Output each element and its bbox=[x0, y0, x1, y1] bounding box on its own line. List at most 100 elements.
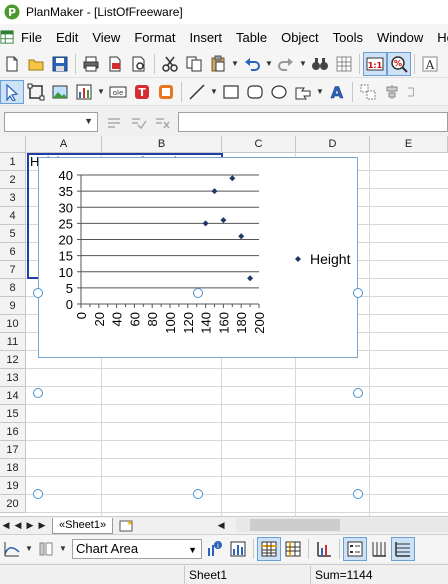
line-icon[interactable] bbox=[185, 80, 209, 104]
chevron-down-icon[interactable]: ▼ bbox=[188, 541, 197, 559]
print-icon[interactable] bbox=[79, 52, 103, 76]
paste-icon[interactable] bbox=[206, 52, 230, 76]
text-frame-icon[interactable]: A bbox=[418, 52, 442, 76]
resize-handle-bottom-left[interactable] bbox=[33, 489, 43, 499]
accept-entry-icon[interactable] bbox=[126, 112, 150, 132]
select-all-corner[interactable] bbox=[0, 136, 26, 153]
row-header[interactable]: 16 bbox=[0, 423, 26, 441]
row-header[interactable]: 19 bbox=[0, 477, 26, 495]
axis-icon[interactable] bbox=[312, 537, 336, 561]
copy-icon[interactable] bbox=[182, 52, 206, 76]
row-header[interactable]: 4 bbox=[0, 207, 26, 225]
line-dropdown[interactable]: ▼ bbox=[209, 80, 219, 104]
chart-object[interactable]: 0 5 10 15 20 25 30 35 40 0 20 40 60 80 100 120 140 160 180… bbox=[38, 157, 358, 358]
resize-handle-top-left[interactable] bbox=[33, 288, 43, 298]
element-properties-icon[interactable]: i bbox=[202, 537, 226, 561]
formula-input[interactable] bbox=[178, 112, 448, 132]
series-in-rows-icon[interactable] bbox=[257, 536, 281, 561]
undo-icon[interactable] bbox=[240, 52, 264, 76]
grid-icon[interactable] bbox=[332, 52, 356, 76]
menu-window[interactable]: Window bbox=[370, 30, 430, 45]
column-header-e[interactable]: E bbox=[370, 136, 448, 153]
menu-help[interactable]: Help bbox=[430, 30, 448, 45]
open-icon[interactable] bbox=[24, 52, 48, 76]
group-icon[interactable] bbox=[356, 80, 380, 104]
menu-format[interactable]: Format bbox=[127, 30, 182, 45]
menu-tools[interactable]: Tools bbox=[326, 30, 370, 45]
redo-icon[interactable] bbox=[274, 52, 298, 76]
row-header[interactable]: 8 bbox=[0, 279, 26, 297]
column-header-c[interactable]: C bbox=[222, 136, 296, 153]
textart-a-icon[interactable]: A bbox=[325, 80, 349, 104]
row-header[interactable]: 2 bbox=[0, 171, 26, 189]
rectangle-icon[interactable] bbox=[219, 80, 243, 104]
menu-table[interactable]: Table bbox=[229, 30, 274, 45]
binoculars-icon[interactable] bbox=[308, 52, 332, 76]
zoom-100-icon[interactable]: 1:1 bbox=[363, 51, 387, 76]
save-icon[interactable] bbox=[48, 52, 72, 76]
row-header[interactable]: 3 bbox=[0, 189, 26, 207]
chart-dropdown[interactable]: ▼ bbox=[96, 80, 106, 104]
column-header-b[interactable]: B bbox=[102, 136, 222, 153]
zoom-icon[interactable]: % bbox=[387, 51, 411, 76]
paste-dropdown[interactable]: ▼ bbox=[230, 52, 240, 76]
cut-icon[interactable] bbox=[158, 52, 182, 76]
more-icon[interactable] bbox=[404, 80, 416, 104]
resize-handle-top[interactable] bbox=[193, 288, 203, 298]
horizontal-scrollbar[interactable] bbox=[236, 518, 448, 532]
resize-handle-top-right[interactable] bbox=[353, 288, 363, 298]
chart-layout-icon[interactable] bbox=[34, 537, 58, 561]
resize-handle-right[interactable] bbox=[353, 388, 363, 398]
row-header[interactable]: 13 bbox=[0, 369, 26, 387]
scrollbar-thumb[interactable] bbox=[250, 519, 340, 531]
resize-handle-left[interactable] bbox=[33, 388, 43, 398]
row-header[interactable]: 18 bbox=[0, 459, 26, 477]
next-sheet-button[interactable]: ▶ bbox=[24, 520, 36, 531]
frame-select-icon[interactable] bbox=[24, 80, 48, 104]
menu-edit[interactable]: Edit bbox=[49, 30, 85, 45]
chart-icon[interactable] bbox=[72, 80, 96, 104]
rounded-rectangle-icon[interactable] bbox=[243, 80, 267, 104]
chart-type-icon[interactable] bbox=[0, 537, 24, 561]
column-header-a[interactable]: A bbox=[26, 136, 102, 153]
cell-reference-field[interactable]: ▼ bbox=[4, 112, 98, 132]
autoshape-dropdown[interactable]: ▼ bbox=[315, 80, 325, 104]
chart-type-dropdown[interactable]: ▼ bbox=[24, 537, 34, 561]
pointer-icon[interactable] bbox=[0, 79, 24, 104]
series-in-columns-icon[interactable] bbox=[281, 537, 305, 561]
chart-layout-dropdown[interactable]: ▼ bbox=[58, 537, 68, 561]
align-icon[interactable] bbox=[380, 80, 404, 104]
ole-object-icon[interactable]: ole bbox=[106, 80, 130, 104]
menu-file[interactable]: File bbox=[14, 30, 49, 45]
row-header[interactable]: 17 bbox=[0, 441, 26, 459]
textart-icon[interactable]: T bbox=[130, 80, 154, 104]
row-header[interactable]: 5 bbox=[0, 225, 26, 243]
row-header[interactable]: 1 bbox=[0, 153, 26, 171]
ellipse-icon[interactable] bbox=[267, 80, 291, 104]
pdf-icon[interactable] bbox=[103, 52, 127, 76]
sheet-tab-sheet1[interactable]: «Sheet1» bbox=[52, 517, 114, 534]
row-header[interactable]: 14 bbox=[0, 387, 26, 405]
row-header[interactable]: 15 bbox=[0, 405, 26, 423]
chart-element-select[interactable]: Chart Area ▼ bbox=[72, 538, 202, 559]
menu-view[interactable]: View bbox=[85, 30, 127, 45]
row-header[interactable]: 20 bbox=[0, 495, 26, 513]
new-icon[interactable] bbox=[0, 52, 24, 76]
row-header[interactable]: 12 bbox=[0, 351, 26, 369]
form-object-icon[interactable] bbox=[154, 80, 178, 104]
chevron-down-icon[interactable]: ▼ bbox=[84, 116, 93, 126]
menu-object[interactable]: Object bbox=[274, 30, 326, 45]
picture-icon[interactable] bbox=[48, 80, 72, 104]
print-preview-icon[interactable] bbox=[127, 52, 151, 76]
row-header[interactable]: 6 bbox=[0, 243, 26, 261]
horizontal-gridlines-icon[interactable] bbox=[391, 536, 415, 561]
prev-sheet-button[interactable]: ◀ bbox=[12, 520, 24, 531]
resize-handle-bottom[interactable] bbox=[193, 489, 203, 499]
new-sheet-icon[interactable] bbox=[115, 518, 139, 534]
redo-dropdown[interactable]: ▼ bbox=[298, 52, 308, 76]
row-header[interactable]: 10 bbox=[0, 315, 26, 333]
row-header[interactable]: 7 bbox=[0, 261, 26, 279]
autoshape-icon[interactable] bbox=[291, 80, 315, 104]
row-header[interactable]: 11 bbox=[0, 333, 26, 351]
legend-icon[interactable] bbox=[343, 536, 367, 561]
